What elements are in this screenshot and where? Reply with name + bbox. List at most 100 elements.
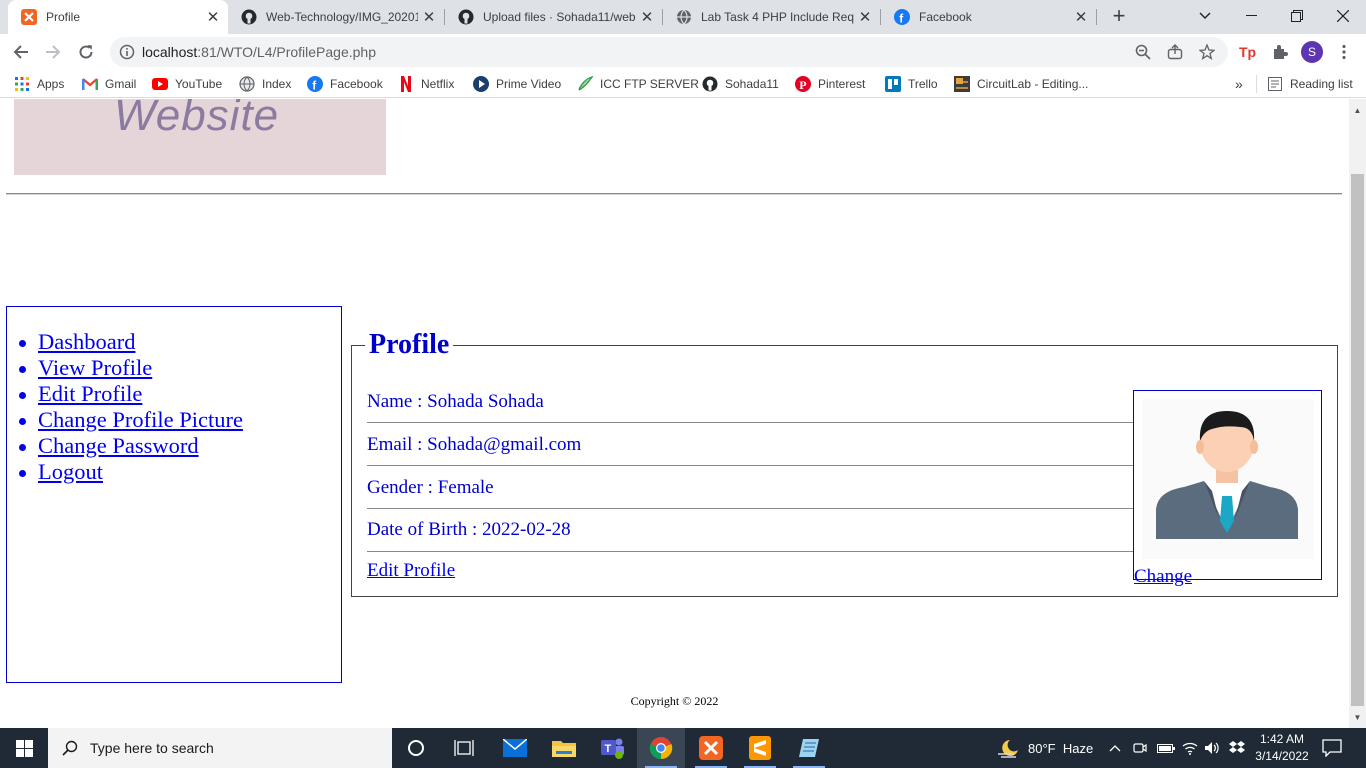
bookmark-star-icon[interactable] bbox=[1195, 40, 1219, 64]
taskbar-search-box[interactable]: Type here to search bbox=[48, 728, 392, 768]
taskbar-clock[interactable]: 1:42 AM 3/14/2022 bbox=[1250, 731, 1314, 765]
new-tab-button[interactable]: + bbox=[1106, 3, 1132, 29]
row-divider bbox=[367, 465, 1133, 466]
bookmark-trello[interactable]: Trello bbox=[885, 75, 938, 93]
windows-start-button[interactable] bbox=[0, 728, 48, 768]
share-icon[interactable] bbox=[1163, 40, 1187, 64]
battery-icon[interactable] bbox=[1157, 728, 1175, 768]
close-tab-icon[interactable]: ✕ bbox=[1070, 8, 1092, 26]
horizontal-rule bbox=[6, 193, 1342, 195]
bookmark-icc-ftp[interactable]: ICC FTP SERVER bbox=[577, 75, 699, 93]
taskbar-mail[interactable] bbox=[491, 728, 539, 768]
svg-text:T: T bbox=[605, 743, 612, 755]
nav-link-dashboard[interactable]: Dashboard bbox=[38, 329, 135, 354]
svg-text:Tp: Tp bbox=[1239, 44, 1256, 60]
vertical-scrollbar[interactable]: ▲ ▼ bbox=[1349, 99, 1366, 728]
bookmark-facebook[interactable]: f Facebook bbox=[307, 75, 383, 93]
profile-avatar[interactable]: S bbox=[1300, 40, 1324, 64]
profile-name: Name : Sohada Sohada bbox=[367, 391, 544, 412]
close-tab-icon[interactable]: ✕ bbox=[636, 8, 658, 26]
volume-icon[interactable] bbox=[1204, 728, 1220, 768]
scrollbar-thumb[interactable] bbox=[1351, 174, 1364, 706]
notifications-icon[interactable] bbox=[1322, 728, 1342, 768]
wifi-icon[interactable] bbox=[1182, 728, 1198, 768]
teams-icon: T bbox=[601, 738, 624, 759]
bookmarks-overflow-button[interactable]: » bbox=[1235, 75, 1243, 93]
bookmark-youtube[interactable]: YouTube bbox=[152, 75, 222, 93]
bookmark-prime-video[interactable]: Prime Video bbox=[473, 75, 561, 93]
address-bar[interactable]: localhost:81/WTO/L4/ProfilePage.php bbox=[110, 37, 1228, 67]
taskbar-chrome[interactable] bbox=[637, 728, 685, 768]
taskbar-xampp[interactable] bbox=[687, 728, 735, 768]
tab-facebook[interactable]: f Facebook ✕ bbox=[881, 0, 1096, 34]
scroll-up-arrow-icon[interactable]: ▲ bbox=[1349, 102, 1366, 119]
tab-upload-files[interactable]: Upload files · Sohada11/web ✕ bbox=[445, 0, 662, 34]
tp-extension-icon[interactable]: Tp bbox=[1236, 40, 1260, 64]
url-text[interactable]: localhost:81/WTO/L4/ProfilePage.php bbox=[142, 44, 376, 60]
scroll-down-arrow-icon[interactable]: ▼ bbox=[1349, 709, 1366, 726]
website-banner-image: Website bbox=[14, 99, 386, 175]
bookmark-label: YouTube bbox=[175, 77, 223, 91]
task-view-button[interactable] bbox=[440, 728, 488, 768]
extensions-puzzle-icon[interactable] bbox=[1268, 40, 1292, 64]
close-tab-icon[interactable]: ✕ bbox=[418, 8, 440, 26]
zoom-icon[interactable] bbox=[1131, 40, 1155, 64]
bookmark-index[interactable]: Index bbox=[239, 75, 291, 93]
taskbar-teams[interactable]: T bbox=[588, 728, 636, 768]
bookmark-sohada11[interactable]: Sohada11 bbox=[702, 75, 779, 93]
dropbox-icon[interactable] bbox=[1228, 728, 1246, 768]
close-window-button[interactable] bbox=[1320, 0, 1366, 32]
chrome-menu-icon[interactable] bbox=[1332, 40, 1356, 64]
minimize-button[interactable] bbox=[1228, 0, 1274, 32]
forward-arrow-icon[interactable] bbox=[39, 38, 67, 66]
bookmark-pinterest[interactable]: P Pinterest bbox=[795, 75, 865, 93]
tab-lab-task[interactable]: Lab Task 4 PHP Include Requ ✕ bbox=[663, 0, 880, 34]
sidebar-nav: Dashboard View Profile Edit Profile Chan… bbox=[6, 306, 342, 683]
close-tab-icon[interactable]: ✕ bbox=[854, 8, 876, 26]
nav-link-change-profile-picture[interactable]: Change Profile Picture bbox=[38, 407, 243, 432]
browser-toolbar: localhost:81/WTO/L4/ProfilePage.php Tp S bbox=[0, 34, 1366, 70]
nav-link-logout[interactable]: Logout bbox=[38, 459, 103, 484]
xampp-icon bbox=[699, 736, 723, 760]
tab-title: Web-Technology/IMG_20201 bbox=[266, 10, 418, 24]
nav-link-edit-profile[interactable]: Edit Profile bbox=[38, 381, 142, 406]
nav-link-view-profile[interactable]: View Profile bbox=[38, 355, 152, 380]
bookmark-netflix[interactable]: Netflix bbox=[398, 75, 454, 93]
bookmark-label: CircuitLab - Editing... bbox=[977, 77, 1089, 91]
bookmark-apps[interactable]: Apps bbox=[14, 75, 64, 93]
tray-overflow-chevron-icon[interactable] bbox=[1109, 728, 1121, 768]
bookmark-label: Trello bbox=[908, 77, 938, 91]
taskbar-sublime-text[interactable] bbox=[736, 728, 784, 768]
circuitlab-icon bbox=[954, 76, 970, 92]
site-info-icon[interactable] bbox=[119, 44, 135, 65]
cortana-button[interactable] bbox=[392, 728, 440, 768]
back-arrow-icon[interactable] bbox=[7, 38, 35, 66]
reload-icon[interactable] bbox=[72, 38, 100, 66]
weather-widget[interactable]: 80°F Haze bbox=[996, 728, 1093, 768]
clock-date: 3/14/2022 bbox=[1255, 749, 1309, 763]
bookmark-label: ICC FTP SERVER bbox=[600, 77, 699, 91]
bookmark-label: Index bbox=[262, 77, 292, 91]
meet-now-icon[interactable] bbox=[1133, 728, 1147, 768]
reading-list-icon bbox=[1267, 76, 1283, 92]
xampp-icon bbox=[21, 9, 37, 25]
reading-list-button[interactable]: Reading list bbox=[1256, 75, 1353, 93]
close-tab-icon[interactable]: ✕ bbox=[202, 8, 224, 26]
taskbar-file-explorer[interactable] bbox=[540, 728, 588, 768]
bookmark-circuitlab[interactable]: CircuitLab - Editing... bbox=[954, 75, 1088, 93]
bookmark-gmail[interactable]: Gmail bbox=[82, 75, 136, 93]
tab-separator bbox=[1096, 9, 1097, 25]
bookmark-label: Gmail bbox=[105, 77, 137, 91]
taskbar-app[interactable] bbox=[785, 728, 833, 768]
restore-button[interactable] bbox=[1274, 0, 1320, 32]
change-picture-link[interactable]: Change bbox=[1134, 566, 1192, 588]
tab-profile[interactable]: Profile ✕ bbox=[8, 0, 228, 34]
profile-email: Email : Sohada@gmail.com bbox=[367, 434, 582, 455]
nav-link-change-password[interactable]: Change Password bbox=[38, 433, 199, 458]
tab-search-chevron-icon[interactable] bbox=[1182, 0, 1228, 32]
github-icon bbox=[702, 76, 718, 92]
nav-list: Dashboard View Profile Edit Profile Chan… bbox=[19, 329, 243, 485]
edit-profile-link[interactable]: Edit Profile bbox=[367, 560, 455, 582]
feather-icon bbox=[577, 76, 593, 92]
tab-web-technology[interactable]: Web-Technology/IMG_20201 ✕ bbox=[228, 0, 444, 34]
